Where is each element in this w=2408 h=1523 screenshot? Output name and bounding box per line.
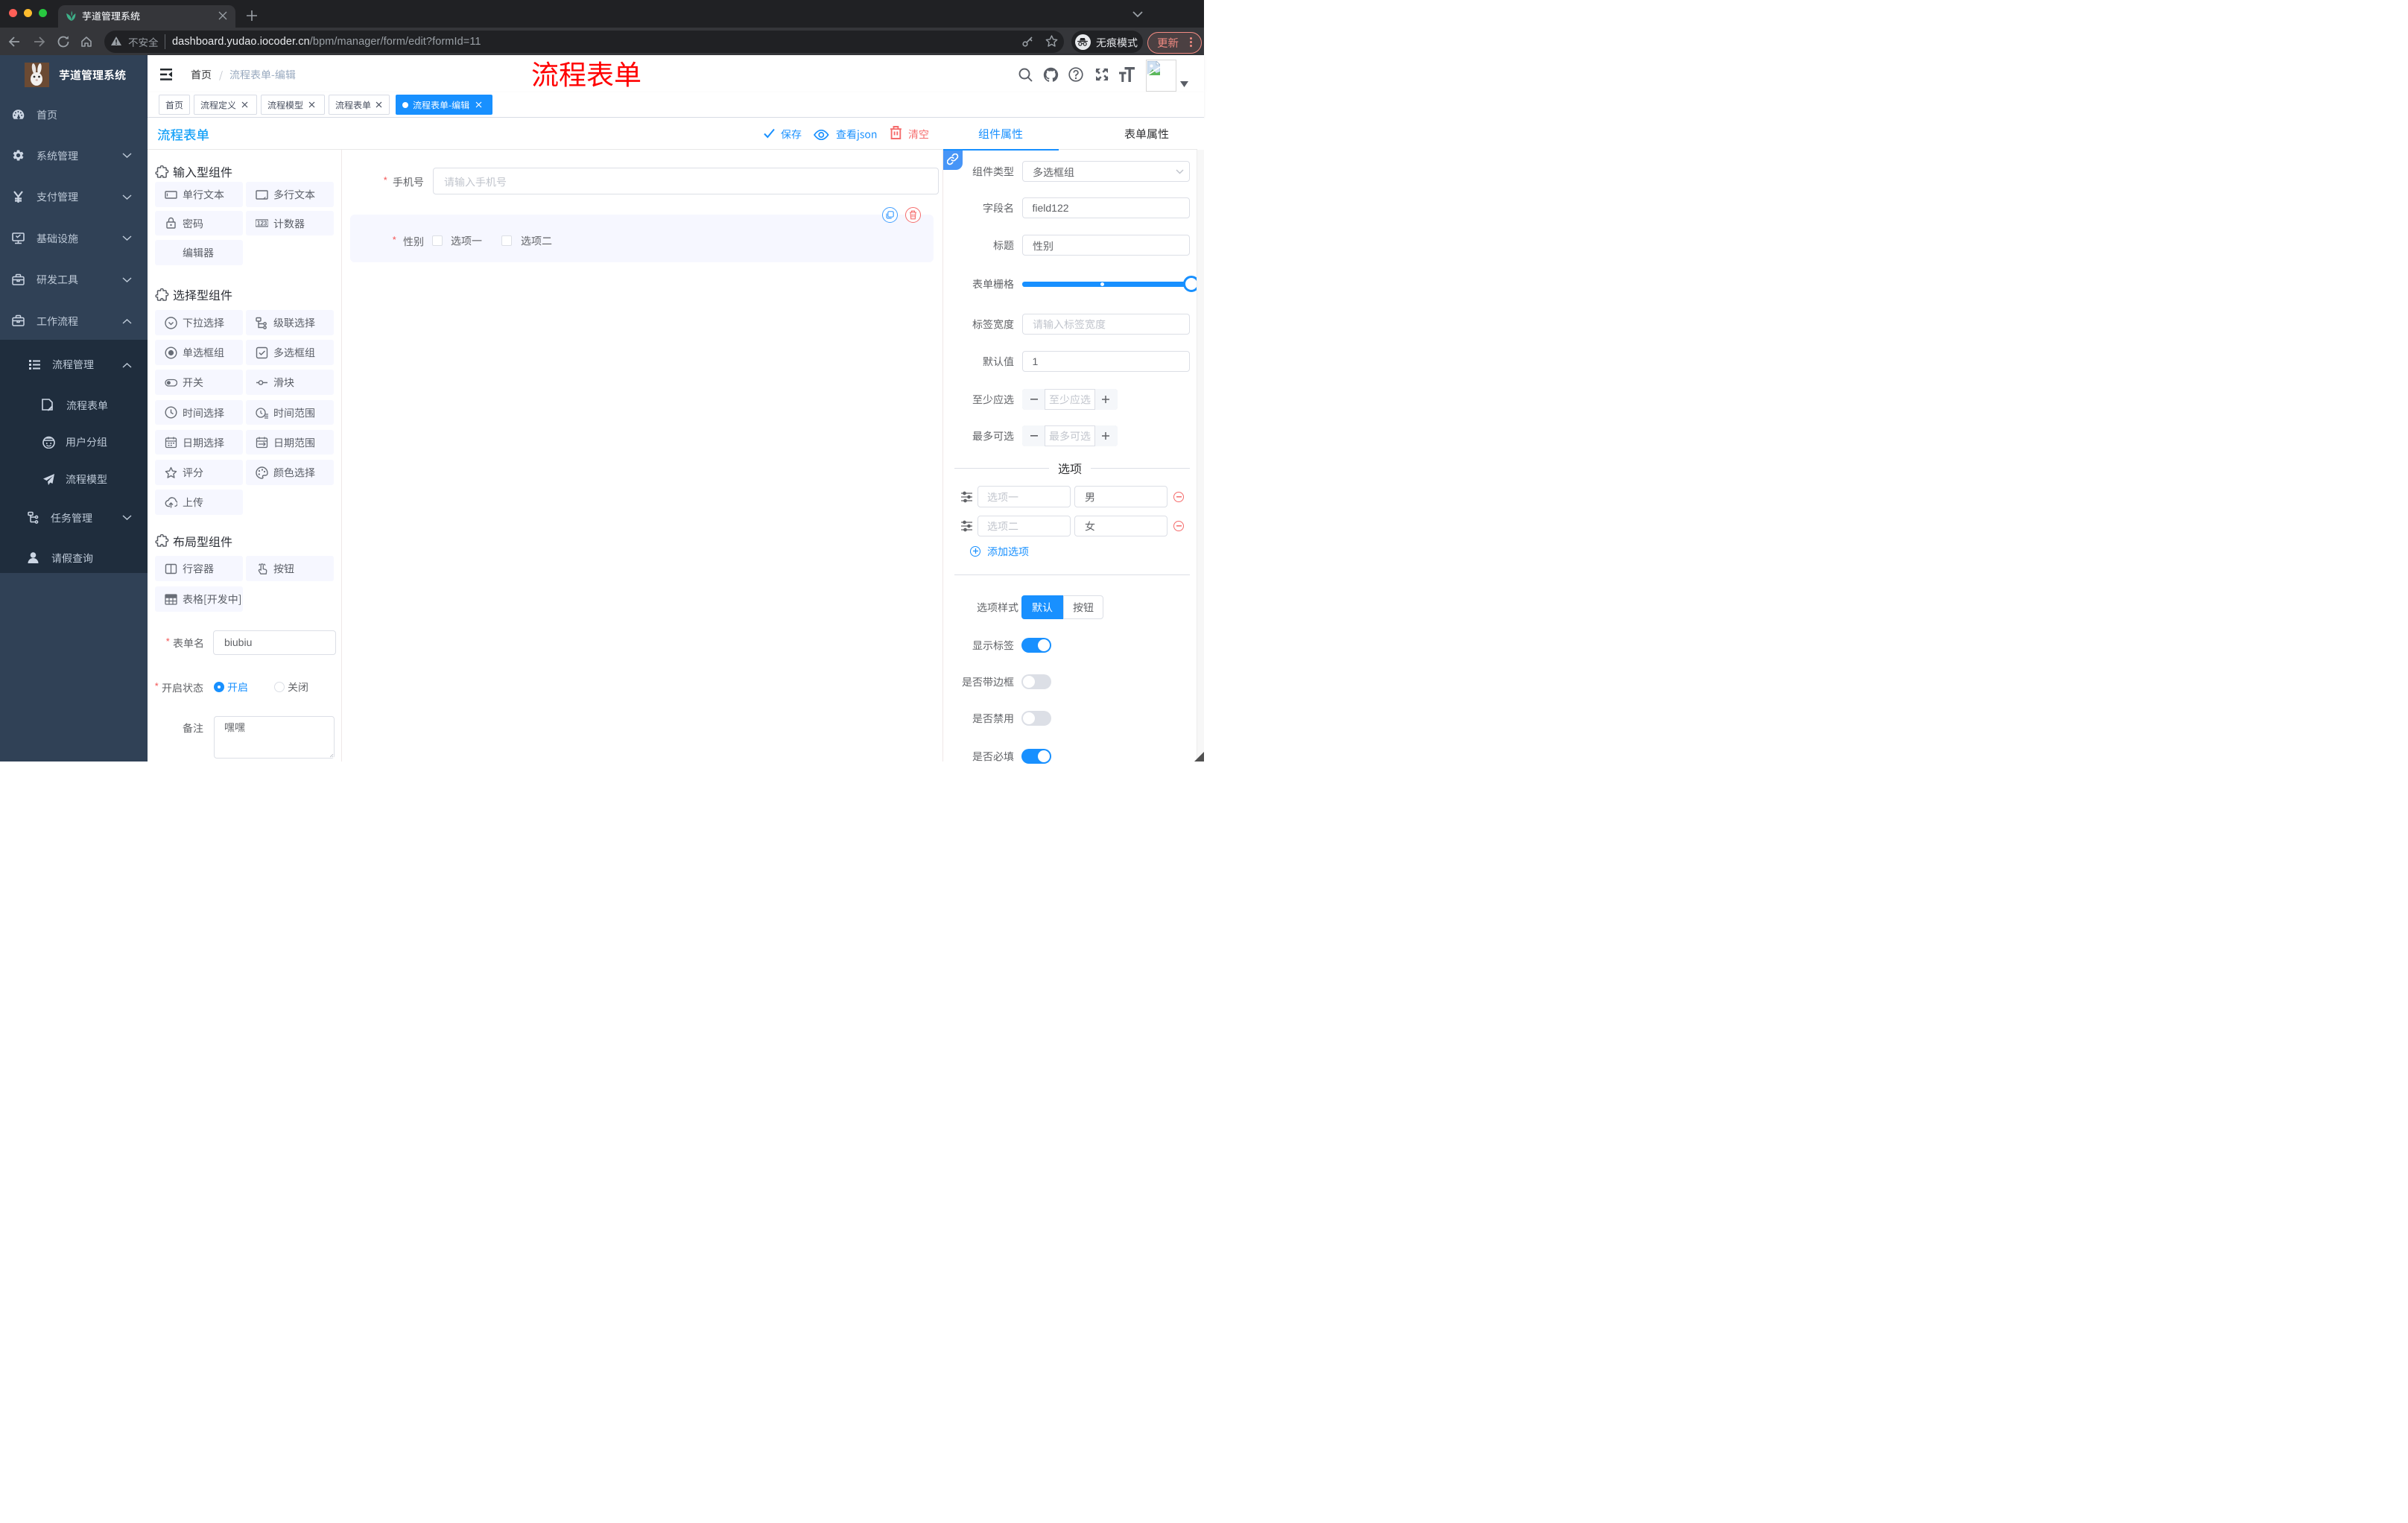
svg-text:123: 123 bbox=[257, 221, 267, 227]
